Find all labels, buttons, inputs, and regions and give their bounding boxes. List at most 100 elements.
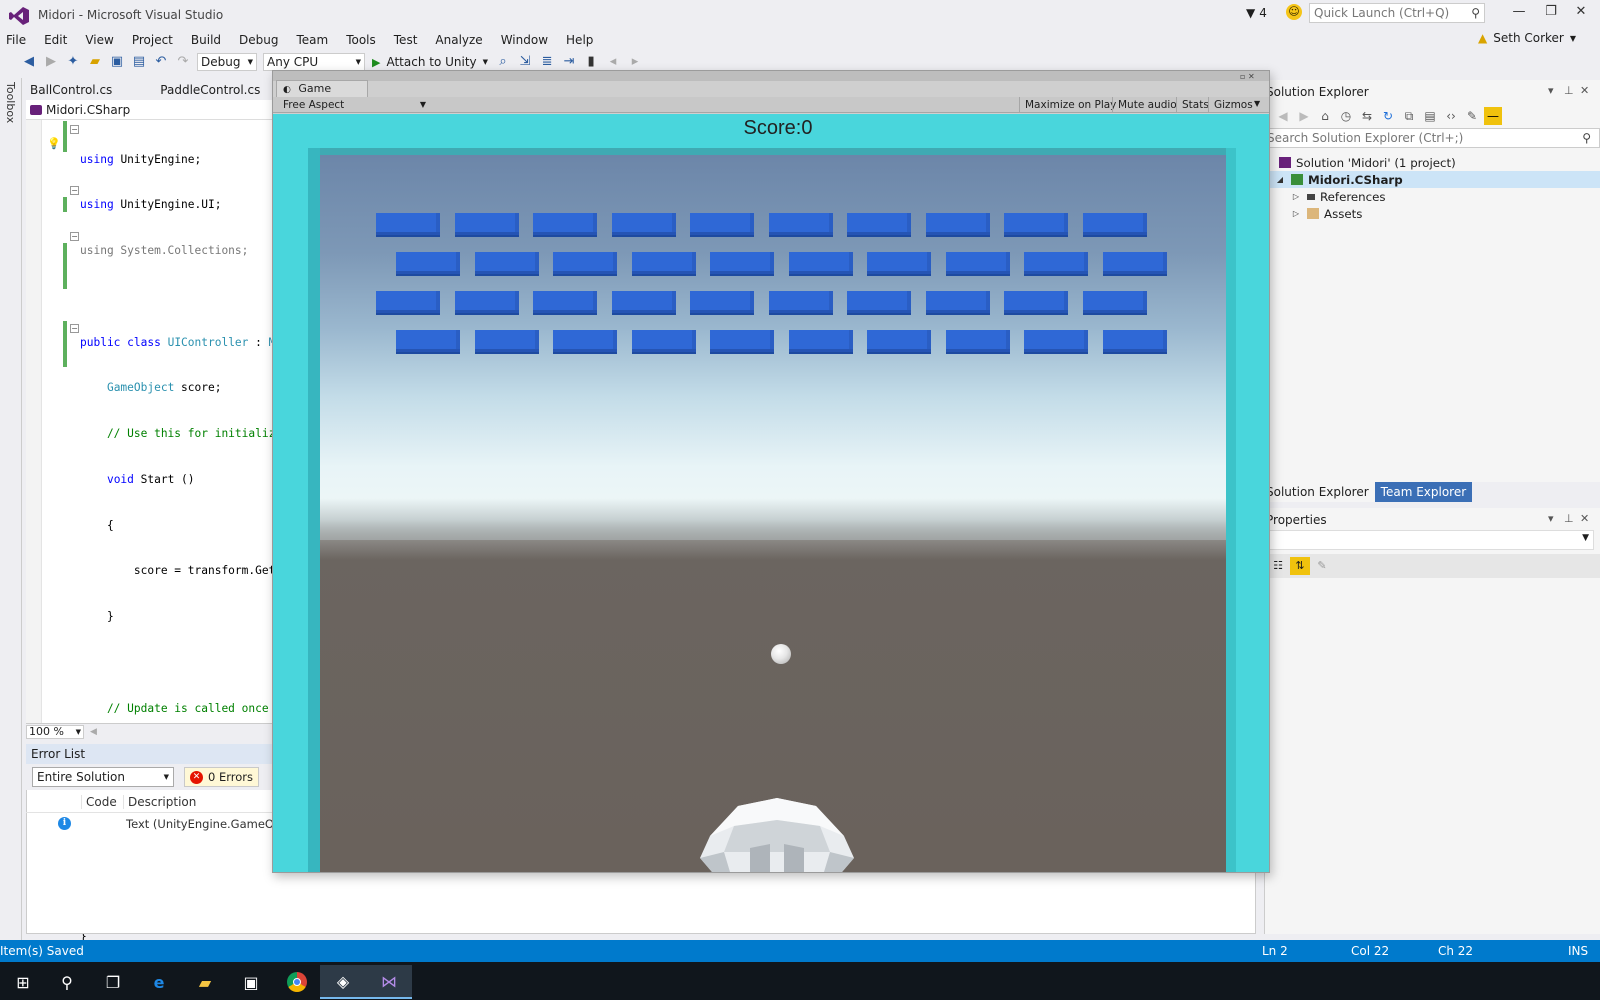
show-all-files-icon[interactable]: ▤ — [1421, 107, 1439, 125]
fold-toggle[interactable]: − — [70, 125, 79, 134]
tab-team-explorer[interactable]: Team Explorer — [1374, 482, 1473, 502]
sync-icon[interactable]: ⇆ — [1358, 107, 1376, 125]
unity-icon[interactable]: ◈ — [320, 965, 366, 999]
menu-debug[interactable]: Debug — [230, 31, 287, 49]
pane-dropdown-icon[interactable]: ▾ — [1548, 84, 1554, 97]
alphabetical-icon[interactable]: ⇅ — [1290, 557, 1310, 575]
gizmos-dropdown-icon[interactable]: ▼ — [1254, 99, 1260, 108]
step-icon[interactable]: ⇲ — [516, 53, 534, 71]
tab-paddlecontrol[interactable]: PaddleControl.cs — [156, 80, 264, 100]
find-icon[interactable]: ⌕ — [494, 53, 512, 71]
menu-view[interactable]: View — [76, 31, 122, 49]
solution-explorer-search[interactable]: Search Solution Explorer (Ctrl+;) ⚲ — [1264, 128, 1600, 148]
tab-game[interactable]: ◐ Game — [276, 80, 368, 98]
tab-ballcontrol[interactable]: BallControl.cs — [26, 80, 116, 100]
navigate-forward-icon[interactable]: ▶ — [42, 53, 60, 71]
restore-button[interactable]: ❐ — [1538, 4, 1564, 24]
error-row[interactable]: Text (UnityEngine.GameObje — [26, 814, 292, 834]
forward-icon[interactable]: ▶ — [1295, 107, 1313, 125]
undo-icon[interactable]: ↶ — [152, 53, 170, 71]
indent-icon[interactable]: ⇥ — [560, 53, 578, 71]
menu-team[interactable]: Team — [287, 31, 337, 49]
menu-help[interactable]: Help — [557, 31, 602, 49]
save-all-icon[interactable]: ▤ — [130, 53, 148, 71]
menu-test[interactable]: Test — [385, 31, 427, 49]
save-icon[interactable]: ▣ — [108, 53, 126, 71]
lightbulb-icon[interactable]: 💡 — [47, 137, 61, 150]
minimize-button[interactable]: — — [1506, 4, 1532, 24]
search-icon[interactable]: ⚲ — [44, 965, 90, 999]
scope-select[interactable]: Entire Solution ▼ — [32, 767, 174, 787]
pin-icon[interactable]: ⊥ — [1564, 512, 1574, 525]
pane-dropdown-icon[interactable]: ▾ — [1548, 512, 1554, 525]
menu-file[interactable]: File — [0, 31, 35, 49]
history-icon[interactable]: ◷ — [1337, 107, 1355, 125]
redo-icon[interactable]: ↷ — [174, 53, 192, 71]
column-description[interactable]: Description — [123, 795, 196, 809]
visual-studio-icon[interactable]: ⋈ — [366, 965, 412, 999]
collapsed-icon[interactable]: ▷ — [1290, 192, 1302, 201]
feedback-smiley-icon[interactable]: ☺ — [1286, 4, 1302, 20]
scroll-left-icon[interactable]: ◀ — [90, 727, 97, 737]
expand-icon[interactable]: ◢ — [1274, 175, 1286, 184]
close-icon[interactable]: ✕ — [1580, 512, 1589, 525]
refresh-icon[interactable]: ↻ — [1379, 107, 1397, 125]
navigate-back-icon[interactable]: ◀ — [20, 53, 38, 71]
categorized-icon[interactable]: ☷ — [1268, 557, 1288, 575]
fold-toggle[interactable]: − — [70, 186, 79, 195]
chrome-icon[interactable] — [274, 965, 320, 999]
user-account[interactable]: ▲ Seth Corker ▼ — [1478, 31, 1576, 45]
fold-toggle[interactable]: − — [70, 232, 79, 241]
menu-analyze[interactable]: Analyze — [426, 31, 491, 49]
quick-launch-input[interactable]: Quick Launch (Ctrl+Q) ⚲ — [1309, 3, 1485, 23]
errors-filter-button[interactable]: ✕ 0 Errors — [184, 767, 259, 787]
back-icon[interactable]: ◀ — [1274, 107, 1292, 125]
mute-audio-button[interactable]: Mute audio — [1112, 97, 1182, 113]
tree-item-references[interactable]: ▷ References — [1264, 188, 1600, 205]
store-icon[interactable]: ▣ — [228, 965, 274, 999]
menu-project[interactable]: Project — [123, 31, 182, 49]
zoom-select[interactable]: 100 % ▼ — [26, 724, 84, 739]
home-icon[interactable]: ⌂ — [1316, 107, 1334, 125]
windows-start-icon[interactable]: ⊞ — [0, 965, 46, 999]
pin-icon[interactable]: ⊥ — [1564, 84, 1574, 97]
open-file-icon[interactable]: ▰ — [86, 53, 104, 71]
tree-item-solution[interactable]: Solution 'Midori' (1 project) — [1264, 154, 1600, 171]
property-pages-icon[interactable]: ✎ — [1312, 557, 1332, 575]
gizmos-button[interactable]: Gizmos — [1208, 97, 1258, 113]
attach-to-unity-button[interactable]: ▶ Attach to Unity ▼ — [372, 55, 488, 69]
aspect-select[interactable]: Free Aspect ▼ — [278, 98, 430, 112]
tree-item-assets[interactable]: ▷ Assets — [1264, 205, 1600, 222]
edge-icon[interactable]: e — [136, 965, 182, 999]
configuration-select[interactable]: Debug ▼ — [197, 53, 257, 71]
window-controls-icon[interactable]: ▫ ✕ — [1240, 72, 1255, 81]
navigation-bar[interactable]: Midori.CSharp — [26, 100, 276, 120]
format-icon[interactable]: ≣ — [538, 53, 556, 71]
menu-tools[interactable]: Tools — [337, 31, 385, 49]
bookmark-prev-icon[interactable]: ◂ — [604, 53, 622, 71]
game-window-titlebar[interactable] — [273, 71, 1269, 81]
menu-window[interactable]: Window — [492, 31, 557, 49]
new-project-icon[interactable]: ✦ — [64, 53, 82, 71]
file-explorer-icon[interactable]: ▰ — [182, 965, 228, 999]
column-code[interactable]: Code — [81, 795, 117, 809]
collapse-all-icon[interactable]: ⧉ — [1400, 107, 1418, 125]
notifications-indicator[interactable]: ▼ 4 — [1246, 6, 1267, 20]
platform-select[interactable]: Any CPU ▼ — [263, 53, 365, 71]
view-code-icon[interactable]: ‹› — [1442, 107, 1460, 125]
properties-icon[interactable]: ✎ — [1463, 107, 1481, 125]
preview-selected-icon[interactable]: — — [1484, 107, 1502, 125]
bookmark-next-icon[interactable]: ▸ — [626, 53, 644, 71]
tab-solution-explorer[interactable]: Solution Explorer — [1264, 482, 1375, 502]
bookmark-icon[interactable]: ▮ — [582, 53, 600, 71]
tree-item-project[interactable]: ◢ Midori.CSharp — [1264, 171, 1600, 188]
toolbox-tab[interactable]: Toolbox — [4, 82, 17, 123]
maximize-on-play-button[interactable]: Maximize on Play — [1019, 97, 1121, 113]
menu-edit[interactable]: Edit — [35, 31, 76, 49]
close-icon[interactable]: ✕ — [1580, 84, 1589, 97]
fold-toggle[interactable]: − — [70, 324, 79, 333]
menu-build[interactable]: Build — [182, 31, 230, 49]
collapsed-icon[interactable]: ▷ — [1290, 209, 1302, 218]
object-select[interactable]: ▼ — [1264, 530, 1594, 550]
task-view-icon[interactable]: ❐ — [90, 965, 136, 999]
